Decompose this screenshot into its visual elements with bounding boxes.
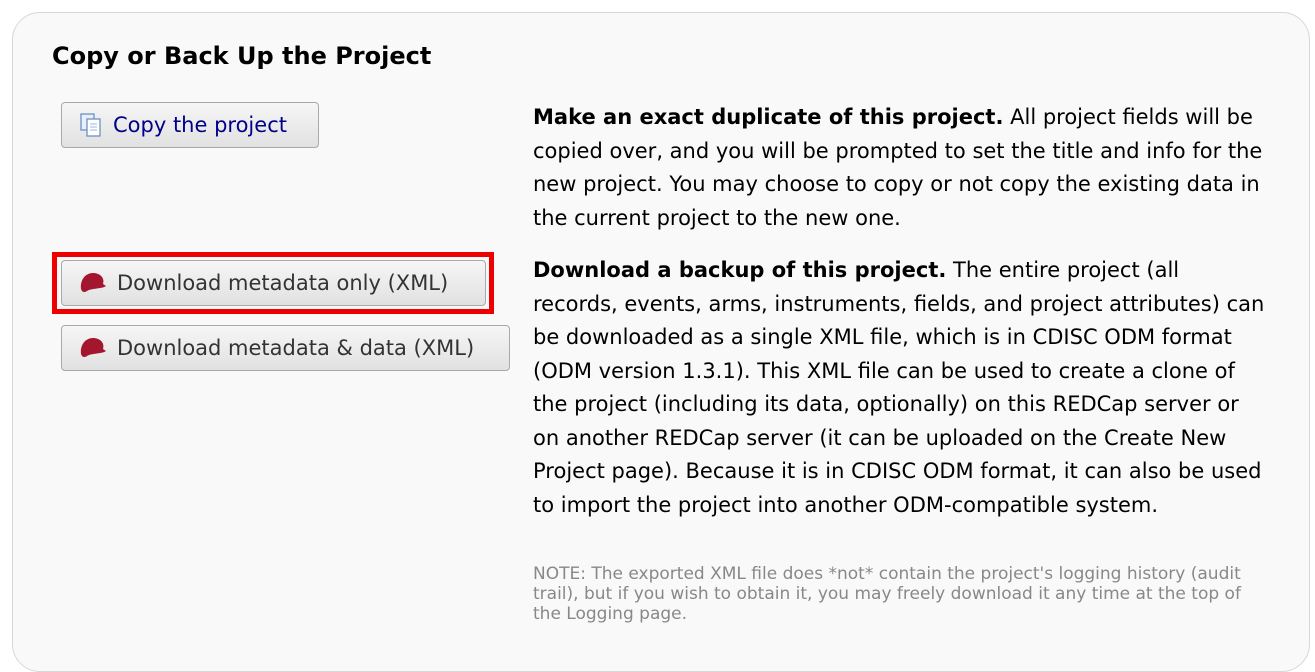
redcap-hat-icon [78, 271, 108, 295]
copy-project-button[interactable]: Copy the project [61, 102, 319, 148]
copy-description: Make an exact duplicate of this project.… [533, 101, 1268, 235]
download-metadata-data-button[interactable]: Download metadata & data (XML) [61, 325, 510, 371]
download-metadata-only-button[interactable]: Download metadata only (XML) [61, 260, 486, 306]
backup-description-bold: Download a backup of this project. [533, 258, 947, 282]
redcap-hat-icon [78, 336, 108, 360]
logging-note: NOTE: The exported XML file does *not* c… [533, 564, 1241, 624]
section-title: Copy or Back Up the Project [52, 42, 432, 70]
backup-description: Download a backup of this project. The e… [533, 254, 1268, 522]
backup-description-text: The entire project (all records, events,… [533, 258, 1265, 517]
download-metadata-only-label: Download metadata only (XML) [117, 271, 449, 295]
copy-description-bold: Make an exact duplicate of this project. [533, 105, 1004, 129]
copy-pages-icon [78, 112, 104, 138]
download-metadata-data-label: Download metadata & data (XML) [117, 336, 475, 360]
copy-project-label: Copy the project [113, 113, 287, 137]
